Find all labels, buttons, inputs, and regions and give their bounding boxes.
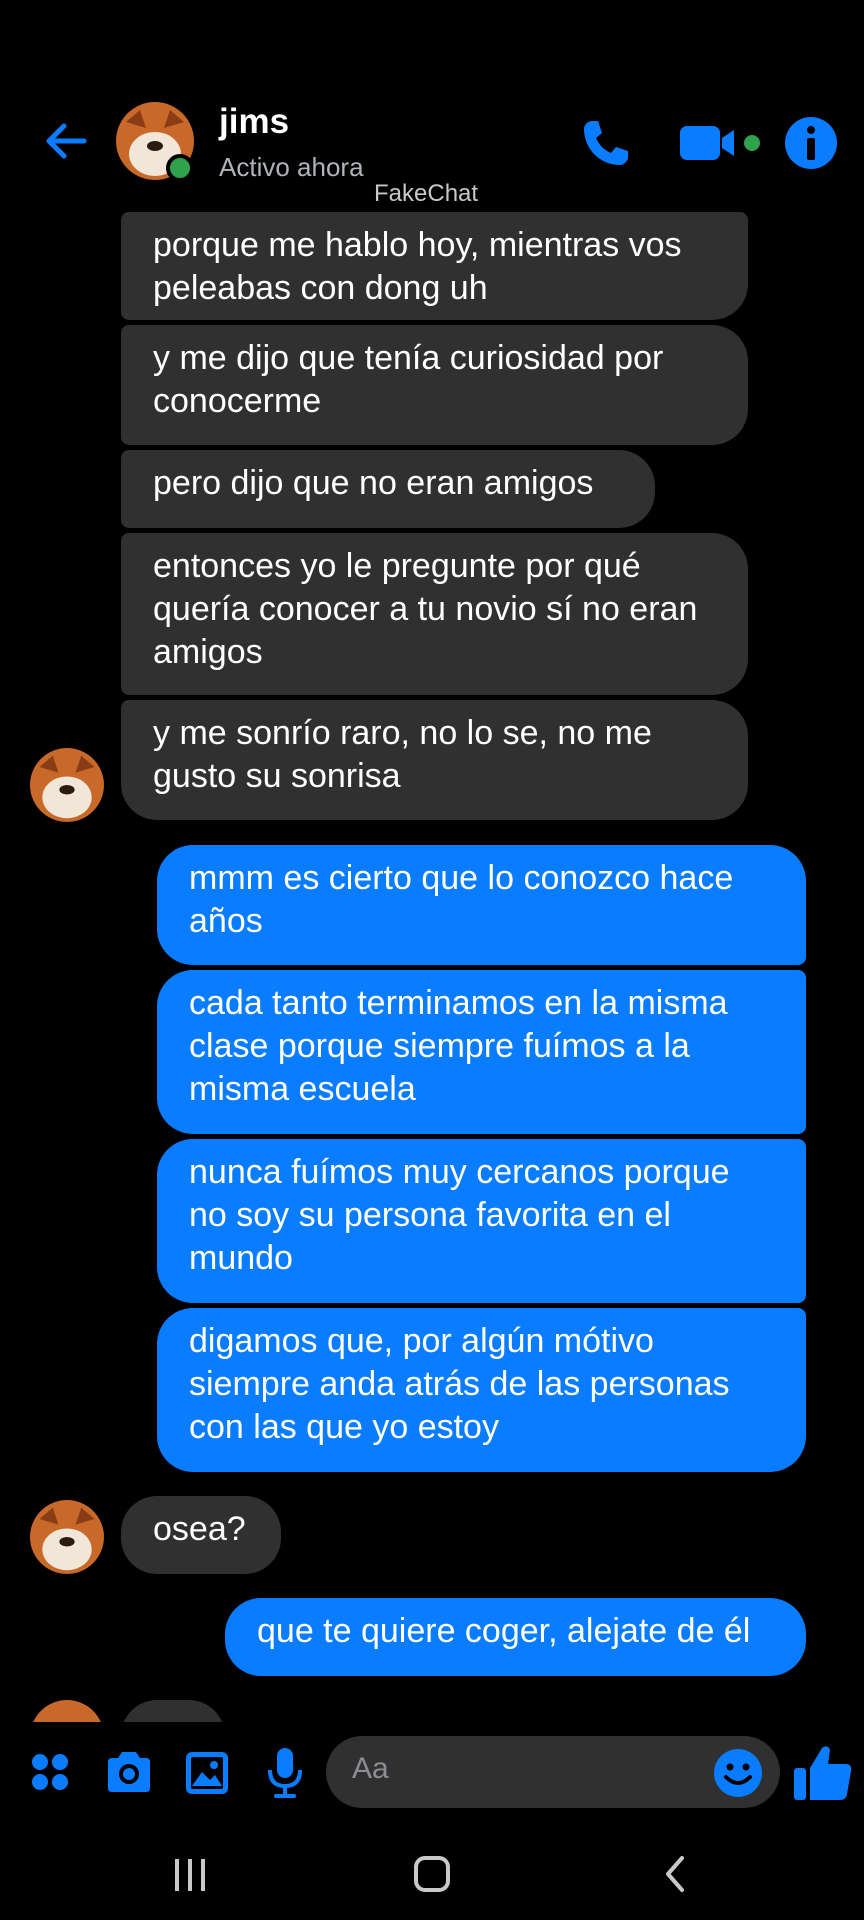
back-icon[interactable] (660, 1854, 690, 1894)
phone-icon[interactable] (578, 115, 634, 171)
thumbs-up-icon[interactable] (792, 1742, 854, 1804)
video-camera-icon[interactable] (678, 118, 764, 168)
message-composer (0, 1722, 864, 1822)
message-text: entonces yo le pregunte por qué quería c… (153, 547, 698, 671)
message-text: porque me hablo hoy, mientras vos peleab… (153, 226, 682, 307)
sender-avatar[interactable] (30, 1500, 104, 1574)
contact-status: Activo ahora (219, 152, 364, 182)
system-navigation-bar (0, 1830, 864, 1920)
online-indicator (166, 154, 194, 182)
sender-avatar[interactable] (30, 748, 104, 822)
home-icon[interactable] (412, 1852, 452, 1896)
message-bubble-partial (121, 1700, 225, 1722)
contact-name[interactable]: jims (219, 102, 289, 142)
emoji-icon[interactable] (712, 1747, 764, 1799)
fox-avatar-icon (30, 1500, 104, 1574)
message-bubble-incoming[interactable]: porque me hablo hoy, mientras vos peleab… (121, 212, 748, 320)
fox-avatar-icon (30, 748, 104, 822)
apps-grid-icon[interactable] (30, 1752, 70, 1792)
message-input[interactable] (352, 1752, 692, 1786)
message-input-box[interactable] (326, 1736, 780, 1808)
message-bubble-outgoing[interactable]: cada tanto terminamos en la misma clase … (157, 970, 806, 1134)
sender-avatar-partial (30, 1700, 104, 1722)
message-bubble-outgoing[interactable]: nunca fuímos muy cercanos porque no soy … (157, 1139, 806, 1303)
message-bubble-incoming[interactable]: y me dijo que tenía curiosidad por conoc… (121, 325, 748, 445)
message-bubble-outgoing[interactable]: mmm es cierto que lo conozco hace años (157, 845, 806, 965)
info-icon[interactable] (782, 114, 840, 172)
message-text: y me sonrío raro, no lo se, no me gusto … (153, 714, 652, 795)
message-text: digamos que, por algún mótivo siempre an… (189, 1322, 730, 1446)
message-text: nunca fuímos muy cercanos porque no soy … (189, 1153, 730, 1277)
gallery-icon[interactable] (184, 1750, 230, 1796)
chat-header: jims Activo ahora FakeChat (0, 90, 864, 207)
message-text: mmm es cierto que lo conozco hace años (189, 859, 734, 940)
message-bubble-outgoing[interactable]: que te quiere coger, alejate de él (225, 1598, 806, 1676)
microphone-icon[interactable] (266, 1746, 304, 1800)
message-bubble-incoming[interactable]: osea? (121, 1496, 281, 1574)
message-text: osea? (153, 1510, 246, 1548)
message-bubble-incoming[interactable]: pero dijo que no eran amigos (121, 450, 655, 528)
message-text: cada tanto terminamos en la misma clase … (189, 984, 728, 1108)
arrow-left-icon[interactable] (40, 116, 90, 166)
recent-apps-icon[interactable] (172, 1855, 208, 1895)
message-text: pero dijo que no eran amigos (153, 464, 594, 502)
message-bubble-outgoing[interactable]: digamos que, por algún mótivo siempre an… (157, 1308, 806, 1472)
message-text: y me dijo que tenía curiosidad por conoc… (153, 339, 664, 420)
message-bubble-incoming[interactable]: y me sonrío raro, no lo se, no me gusto … (121, 700, 748, 820)
camera-icon[interactable] (104, 1750, 154, 1794)
message-text: que te quiere coger, alejate de él (257, 1612, 751, 1650)
message-bubble-incoming[interactable]: entonces yo le pregunte por qué quería c… (121, 533, 748, 695)
watermark: FakeChat (374, 180, 479, 207)
